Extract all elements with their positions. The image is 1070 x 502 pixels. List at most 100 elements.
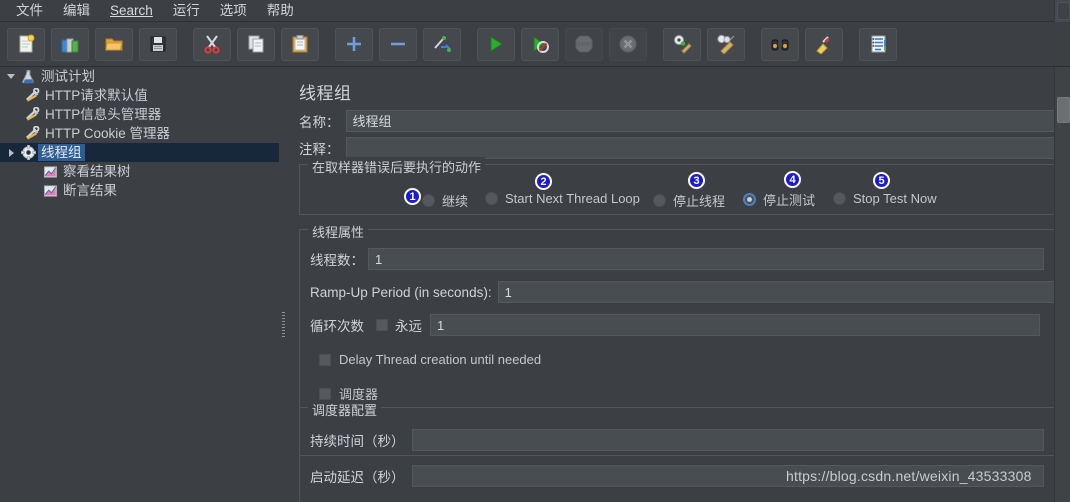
- name-input[interactable]: 线程组: [345, 110, 1058, 132]
- split-pane-divider[interactable]: [279, 67, 288, 502]
- startup-delay-label: 启动延迟（秒）: [310, 470, 405, 485]
- toolbar-templates[interactable]: [51, 27, 89, 61]
- listener-icon: [40, 162, 60, 181]
- tree-node-test-plan[interactable]: 测试计划: [0, 67, 279, 86]
- radio-label: Start Next Thread Loop: [505, 191, 640, 206]
- thread-properties-title: 线程属性: [308, 222, 369, 241]
- scheduler-configuration-group: 调度器配置 持续时间（秒） 启动延迟（秒）: [299, 400, 1056, 502]
- duration-input[interactable]: [411, 429, 1044, 451]
- name-field-row: 名称： 线程组: [299, 110, 1058, 132]
- menu-file[interactable]: 文件: [6, 1, 53, 21]
- toolbar-copy[interactable]: [237, 27, 275, 61]
- tree-label: HTTP请求默认值: [45, 88, 148, 103]
- radio-continue[interactable]: 继续: [422, 191, 468, 210]
- menu-run[interactable]: 运行: [163, 1, 210, 21]
- delay-thread-creation-checkbox[interactable]: [319, 353, 331, 366]
- radio-label: 停止线程: [673, 194, 726, 209]
- toolbar-separator-1: [180, 28, 190, 61]
- new-file-icon: [19, 34, 35, 53]
- tree-label: HTTP Cookie 管理器: [45, 126, 171, 141]
- twisty-open-icon[interactable]: [4, 67, 18, 86]
- toolbar-reset-search[interactable]: [805, 27, 843, 61]
- menu-options[interactable]: 选项: [210, 1, 257, 21]
- name-label: 名称：: [299, 115, 340, 130]
- twisty-closed-icon[interactable]: [4, 143, 18, 162]
- toolbar-new[interactable]: [7, 27, 45, 61]
- minus-icon: [391, 42, 405, 46]
- threads-input[interactable]: 1: [368, 248, 1044, 270]
- radio-label: 继续: [442, 194, 469, 209]
- menu-search[interactable]: Search: [100, 1, 163, 21]
- radio-start-next-thread-loop[interactable]: Start Next Thread Loop: [485, 191, 640, 206]
- thread-group-icon: [18, 143, 38, 162]
- tree-node-http-request-defaults[interactable]: HTTP请求默认值: [0, 86, 279, 105]
- clear-all-icon: [717, 34, 735, 54]
- toolbar: STOP: [0, 22, 1070, 67]
- radio-stop-test-now[interactable]: Stop Test Now: [833, 191, 937, 206]
- tree-label: 线程组: [38, 144, 85, 161]
- toolbar-clear-all[interactable]: [707, 27, 745, 61]
- radio-stop-thread[interactable]: 停止线程: [653, 191, 725, 210]
- stop-icon: STOP: [575, 35, 593, 53]
- config-element-icon: [22, 86, 42, 105]
- rampup-label: Ramp-Up Period (in seconds):: [310, 284, 492, 300]
- toolbar-paste[interactable]: [281, 27, 319, 61]
- toolbar-separator-3: [464, 28, 474, 61]
- tree-node-assertion-results[interactable]: 断言结果: [0, 181, 279, 200]
- toolbar-clear[interactable]: [663, 27, 701, 61]
- forever-checkbox[interactable]: [376, 319, 388, 331]
- toolbar-separator-2: [322, 28, 332, 61]
- menu-search-label: Search: [110, 2, 153, 18]
- test-plan-tree[interactable]: 测试计划 HTTP请求默认值 HTTP信息头管理器 HTTP Cookie 管理…: [0, 67, 280, 502]
- radio-stop-test[interactable]: 停止测试: [743, 190, 815, 209]
- listener-icon: [40, 181, 60, 200]
- tree-node-thread-group[interactable]: 线程组: [0, 143, 279, 162]
- menu-edit[interactable]: 编辑: [53, 1, 100, 21]
- radio-button[interactable]: [422, 194, 435, 207]
- toggle-icon: [434, 36, 451, 52]
- page-title: 线程组: [299, 84, 352, 103]
- loops-label: 循环次数: [310, 319, 364, 334]
- scheduler-configuration-title: 调度器配置: [308, 400, 382, 419]
- toolbar-separator-6: [846, 28, 856, 61]
- tree-node-view-results-tree[interactable]: 察看结果树: [0, 162, 279, 181]
- broom-reset-search-icon: [816, 36, 830, 54]
- toolbar-function-helper[interactable]: [859, 27, 897, 61]
- scrollbar-thumb[interactable]: [1057, 97, 1070, 123]
- radio-button[interactable]: [743, 193, 756, 206]
- toolbar-start[interactable]: [477, 27, 515, 61]
- radio-label: 停止测试: [763, 193, 816, 208]
- plus-icon: [347, 37, 361, 51]
- toolbar-open[interactable]: [95, 27, 133, 61]
- menu-help[interactable]: 帮助: [257, 1, 304, 21]
- toolbar-collapse-all[interactable]: [379, 27, 417, 61]
- tree-label: 察看结果树: [63, 164, 131, 179]
- panel-vertical-scrollbar[interactable]: [1054, 67, 1070, 502]
- delay-thread-creation-row[interactable]: Delay Thread creation until needed: [319, 352, 541, 367]
- loops-input[interactable]: 1: [430, 314, 1040, 336]
- toolbar-toggle[interactable]: [423, 27, 461, 61]
- annotation-marker-3: 3: [688, 172, 705, 189]
- tree-node-http-header-manager[interactable]: HTTP信息头管理器: [0, 105, 279, 124]
- save-floppy-icon: [150, 36, 166, 52]
- annotation-marker-2: 2: [535, 173, 552, 190]
- scheduler-checkbox[interactable]: [319, 387, 331, 400]
- toolbar-start-no-pauses[interactable]: [521, 27, 559, 61]
- toolbar-search[interactable]: [761, 27, 799, 61]
- split-pane-grip[interactable]: [282, 312, 285, 338]
- test-plan-icon: [18, 67, 38, 86]
- open-folder-icon: [105, 38, 123, 51]
- radio-button[interactable]: [485, 192, 498, 205]
- paste-clipboard-icon: [292, 35, 308, 53]
- window-right-strip-thumb[interactable]: [1057, 2, 1070, 20]
- radio-button[interactable]: [833, 192, 846, 205]
- radio-button[interactable]: [653, 194, 666, 207]
- toolbar-expand-all[interactable]: [335, 27, 373, 61]
- toolbar-separator-5: [748, 28, 758, 61]
- tree-node-http-cookie-manager[interactable]: HTTP Cookie 管理器: [0, 124, 279, 143]
- toolbar-cut[interactable]: [193, 27, 231, 61]
- toolbar-shutdown: [609, 27, 647, 61]
- rampup-input[interactable]: 1: [497, 281, 1064, 303]
- comment-input[interactable]: [345, 137, 1058, 159]
- toolbar-save[interactable]: [139, 27, 177, 61]
